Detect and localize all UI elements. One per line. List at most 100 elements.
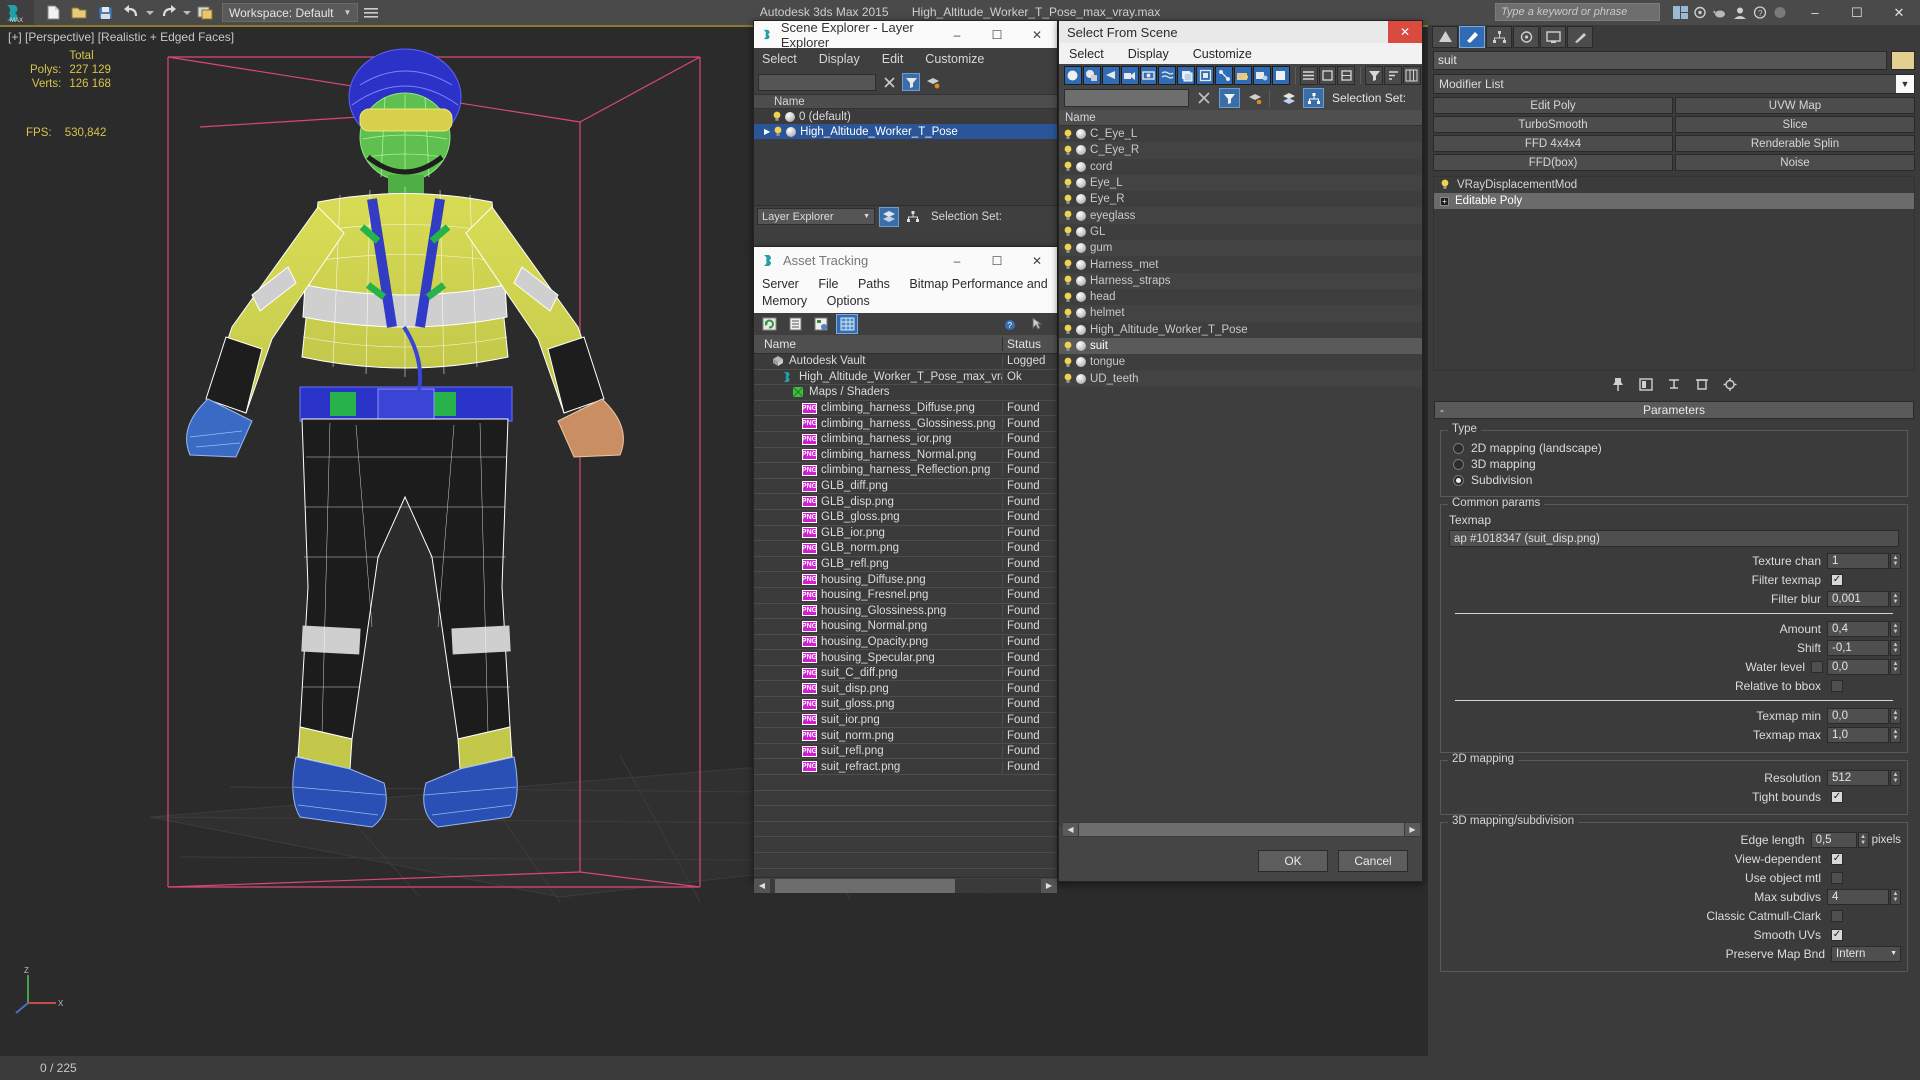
- menu-paths[interactable]: Paths: [858, 277, 890, 291]
- menu-file[interactable]: File: [818, 277, 838, 291]
- 3dsmax-logo-icon[interactable]: MAX: [0, 0, 34, 25]
- spinner-icon[interactable]: ▲ ▼: [1890, 888, 1901, 905]
- tab-hierarchy[interactable]: [1486, 26, 1512, 48]
- asset-tracking-window[interactable]: Asset Tracking – ☐ ✕ Server File Paths B…: [753, 246, 1058, 893]
- bulb-icon[interactable]: [773, 126, 783, 137]
- modifier-button[interactable]: Slice: [1675, 116, 1915, 133]
- layers-icon[interactable]: [1278, 88, 1299, 108]
- modifier-button[interactable]: Renderable Splin: [1675, 135, 1915, 152]
- menu-select[interactable]: Select: [1069, 47, 1104, 61]
- help-question-icon[interactable]: ?: [1000, 314, 1022, 334]
- bulb-icon[interactable]: [1063, 129, 1073, 140]
- redo-icon[interactable]: [155, 1, 181, 24]
- workspace-menu-icon[interactable]: [358, 1, 384, 24]
- asset-tracking-list[interactable]: Autodesk Vault Logged High_Altitude_Worker…: [754, 354, 1057, 877]
- filter-cameras-icon[interactable]: [1120, 65, 1139, 85]
- chevron-down-icon[interactable]: ▼: [1896, 75, 1914, 93]
- asset-row[interactable]: PNG suit_ior.png Found: [754, 713, 1057, 729]
- bulb-icon[interactable]: [1063, 373, 1073, 384]
- tab-modify[interactable]: [1459, 26, 1485, 48]
- modifier-stack-row[interactable]: + Editable Poly: [1434, 193, 1914, 209]
- cancel-button[interactable]: Cancel: [1338, 850, 1408, 872]
- asset-row[interactable]: PNG climbing_harness_ior.png Found: [754, 432, 1057, 448]
- clear-find-icon[interactable]: [880, 73, 898, 91]
- asset-row[interactable]: PNG GLB_refl.png Found: [754, 557, 1057, 573]
- shift-input[interactable]: -0,1: [1827, 639, 1889, 656]
- asset-row[interactable]: PNG GLB_norm.png Found: [754, 541, 1057, 557]
- tab-display[interactable]: [1540, 26, 1566, 48]
- display-children-icon[interactable]: [1299, 65, 1318, 85]
- asset-row[interactable]: High_Altitude_Worker_T_Pose_max_vray.max…: [754, 370, 1057, 386]
- configure-sets-icon[interactable]: [1719, 375, 1741, 393]
- tab-create[interactable]: [1432, 26, 1458, 48]
- modifier-button[interactable]: Edit Poly: [1433, 97, 1673, 114]
- project-folder-icon[interactable]: [192, 1, 218, 24]
- modifier-button[interactable]: TurboSmooth: [1433, 116, 1673, 133]
- display-dependents-icon[interactable]: [1337, 65, 1356, 85]
- radio-icon[interactable]: [1453, 442, 1464, 454]
- menu-customize[interactable]: Customize: [1193, 47, 1252, 61]
- layer-row-selected-object[interactable]: ▶ High_Altitude_Worker_T_Pose: [754, 124, 1057, 139]
- bulb-icon[interactable]: [1063, 226, 1073, 237]
- asset-tracking-minimize-button[interactable]: –: [937, 247, 977, 274]
- scene-object-row[interactable]: tongue: [1059, 354, 1422, 370]
- parameters-rollout-header[interactable]: - Parameters: [1434, 401, 1914, 419]
- bulb-icon[interactable]: [1063, 324, 1073, 335]
- scroll-left-icon[interactable]: ◀: [1063, 823, 1078, 836]
- filter-containers-icon[interactable]: [1234, 65, 1252, 85]
- scene-object-row[interactable]: head: [1059, 289, 1422, 305]
- viewport-label[interactable]: [+] [Perspective] [Realistic + Edged Fac…: [8, 30, 234, 44]
- bulb-icon[interactable]: [1063, 210, 1073, 221]
- refresh-icon[interactable]: [758, 314, 780, 334]
- signin-icon[interactable]: [1770, 2, 1790, 22]
- column-name[interactable]: Name: [754, 337, 1002, 351]
- scroll-right-icon[interactable]: ▶: [1405, 823, 1420, 836]
- select-from-scene-column-header[interactable]: Name: [1059, 110, 1422, 126]
- asset-row[interactable]: PNG housing_Glossiness.png Found: [754, 604, 1057, 620]
- display-influences-icon[interactable]: [1318, 65, 1337, 85]
- render-setup-icon[interactable]: [1690, 2, 1710, 22]
- asset-row[interactable]: PNG housing_Normal.png Found: [754, 619, 1057, 635]
- filter-groups-icon[interactable]: [1177, 65, 1196, 85]
- filter-texmap-checkbox[interactable]: ✓: [1831, 573, 1843, 586]
- collapse-icon[interactable]: -: [1440, 403, 1444, 417]
- radio-subdivision[interactable]: Subdivision: [1453, 473, 1901, 487]
- asset-row[interactable]: PNG housing_Diffuse.png Found: [754, 572, 1057, 588]
- asset-row[interactable]: PNG GLB_ior.png Found: [754, 526, 1057, 542]
- search-input[interactable]: Type a keyword or phrase: [1495, 3, 1660, 21]
- preserve-map-bnd-dropdown[interactable]: Intern ▼: [1831, 945, 1901, 962]
- classic-catmull-clark-checkbox[interactable]: ✓: [1831, 909, 1843, 922]
- spinner-icon[interactable]: ▲ ▼: [1890, 769, 1901, 786]
- dependency-view-icon[interactable]: [810, 314, 832, 334]
- max-subdivs-input[interactable]: 4: [1827, 888, 1889, 905]
- help-icon[interactable]: ?: [1750, 2, 1770, 22]
- plus-box-icon[interactable]: +: [1440, 196, 1449, 206]
- menu-display[interactable]: Display: [819, 52, 860, 66]
- spinner-icon[interactable]: ▲ ▼: [1890, 707, 1901, 724]
- modifier-list-dropdown[interactable]: Modifier List ▼: [1433, 74, 1915, 94]
- resolution-input[interactable]: 512: [1827, 769, 1889, 786]
- scene-explorer-layer-explorer-window[interactable]: Scene Explorer - Layer Explorer – ☐ ✕ Se…: [753, 20, 1058, 248]
- layer-explorer-title-bar[interactable]: Scene Explorer - Layer Explorer – ☐ ✕: [754, 20, 1057, 50]
- select-from-scene-dialog[interactable]: Select From Scene ✕ Select Display Custo…: [1058, 20, 1423, 882]
- layers-view-icon[interactable]: [879, 206, 899, 227]
- asset-row[interactable]: Autodesk Vault Logged: [754, 354, 1057, 370]
- select-from-scene-find-input[interactable]: [1064, 89, 1189, 107]
- select-from-scene-list[interactable]: C_Eye_L C_Eye_R cord Eye_L Eye_R eyeglass GL gu…: [1059, 126, 1422, 826]
- filter-helpers-icon[interactable]: [1139, 65, 1158, 85]
- tight-bounds-checkbox[interactable]: ✓: [1831, 790, 1843, 803]
- make-unique-icon[interactable]: [1663, 375, 1685, 393]
- autodesk-account-icon[interactable]: [1730, 2, 1750, 22]
- sfs-columns-icon[interactable]: [1403, 65, 1421, 85]
- modifier-button[interactable]: UVW Map: [1675, 97, 1915, 114]
- bulb-icon[interactable]: [1063, 243, 1073, 254]
- scroll-right-icon[interactable]: ▶: [1041, 878, 1057, 893]
- object-color-swatch[interactable]: [1891, 50, 1915, 70]
- tab-motion[interactable]: [1513, 26, 1539, 48]
- spinner-icon[interactable]: ▲ ▼: [1890, 639, 1901, 656]
- hierarchy-icon[interactable]: [1303, 88, 1324, 108]
- explorer-mode-combo[interactable]: Layer Explorer ▼: [757, 208, 875, 225]
- show-end-result-icon[interactable]: [1635, 375, 1657, 393]
- tab-utilities[interactable]: [1567, 26, 1593, 48]
- asset-row[interactable]: PNG housing_Opacity.png Found: [754, 635, 1057, 651]
